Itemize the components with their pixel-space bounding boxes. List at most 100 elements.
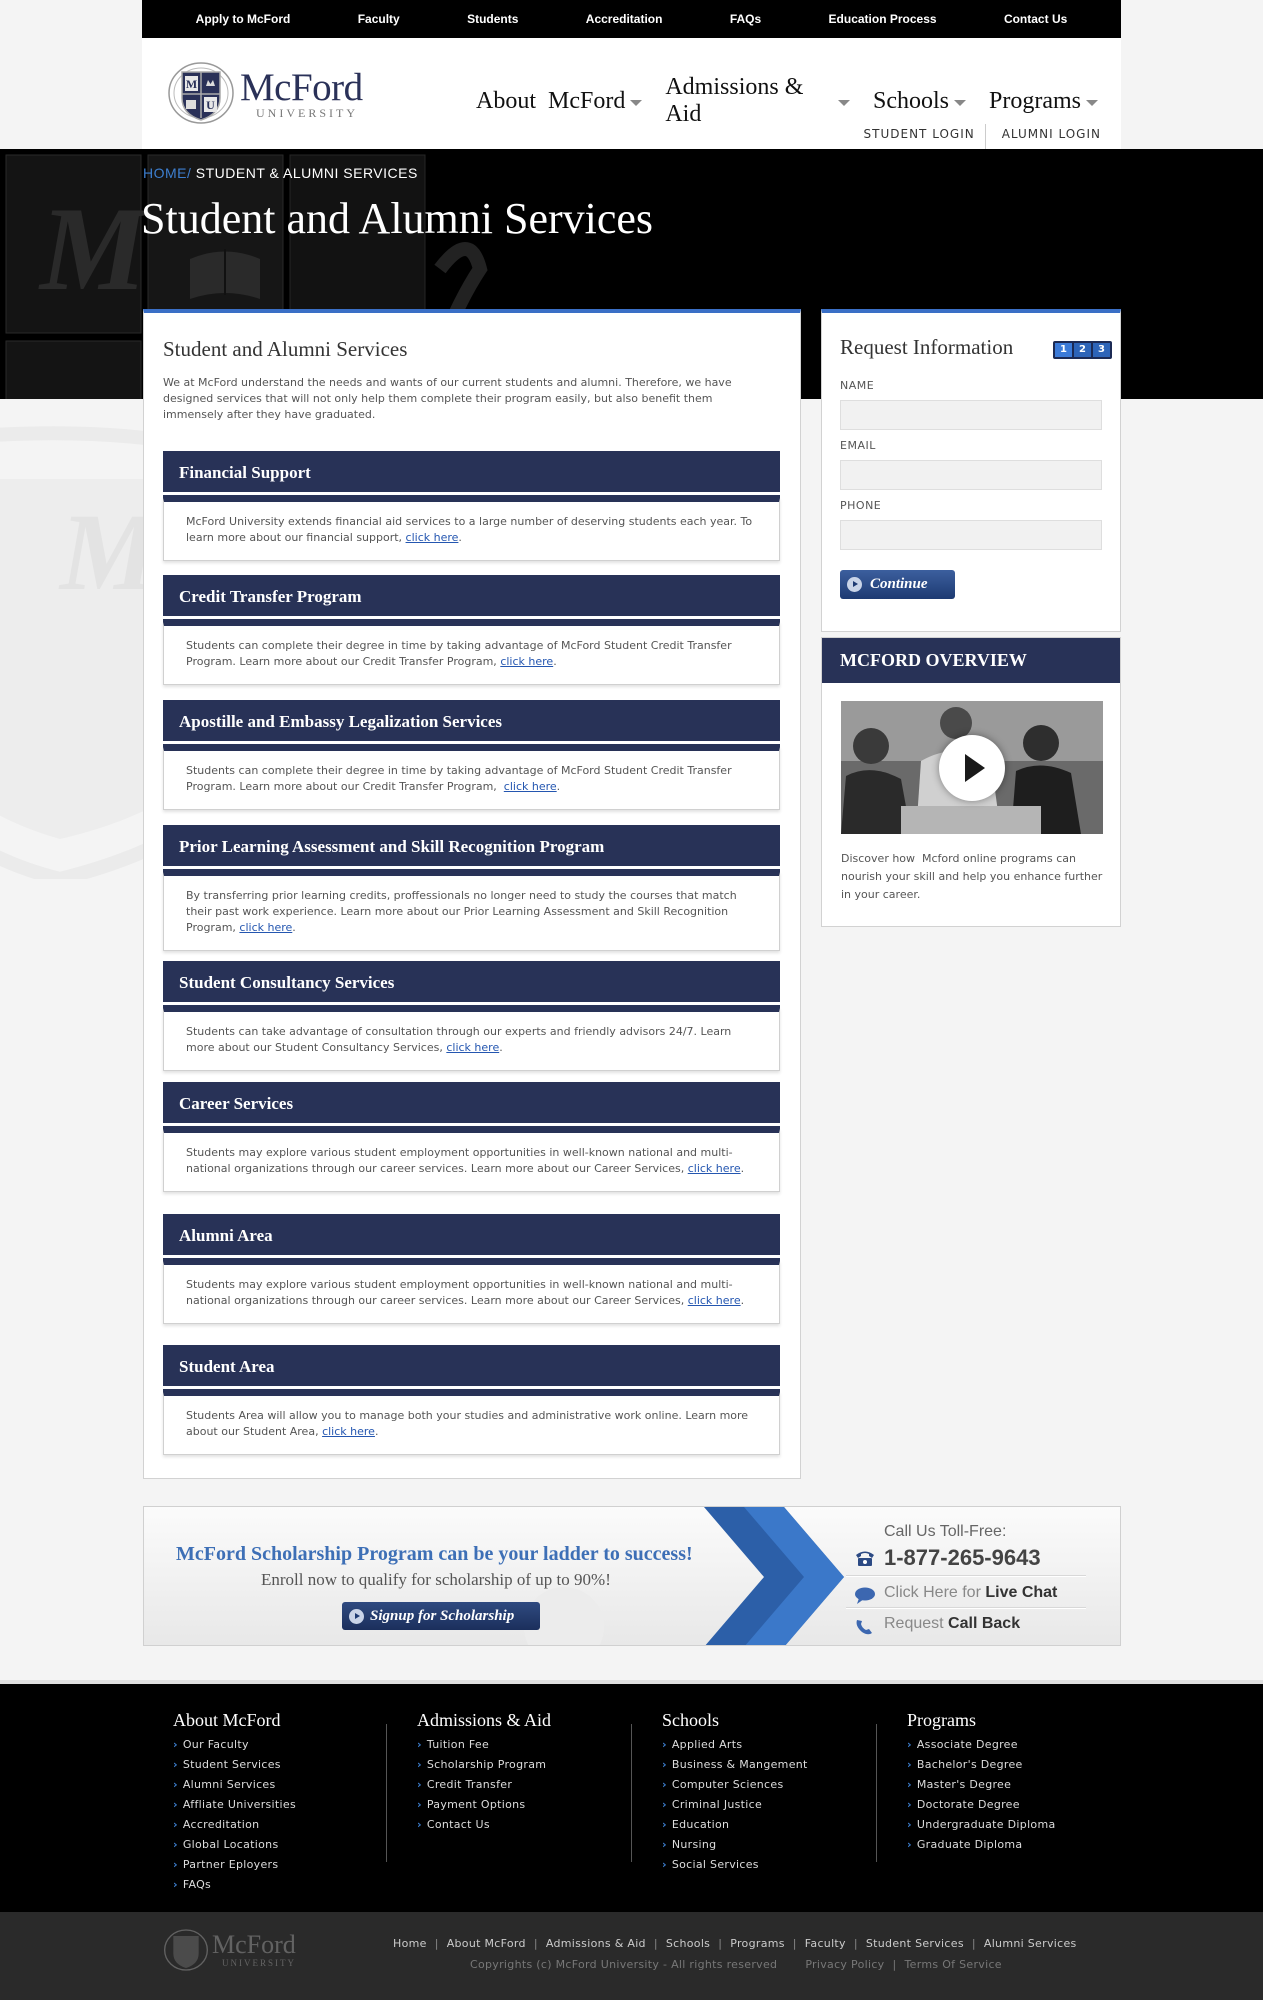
- section-title[interactable]: Alumni Area: [163, 1214, 780, 1258]
- chevron-down-icon: [837, 99, 850, 106]
- name-field[interactable]: [840, 400, 1102, 430]
- copyright-text: Copyrights (c) McFord University - All r…: [470, 1958, 778, 1971]
- section-text-end: .: [499, 1041, 503, 1054]
- bottom-link[interactable]: Faculty: [805, 1937, 846, 1950]
- footer-link[interactable]: Bachelor's Degree: [907, 1755, 1107, 1775]
- footer-logo[interactable]: McFord UNIVERSITY: [164, 1928, 296, 1972]
- phone-number[interactable]: 1-877-265-9643: [884, 1545, 1041, 1571]
- footer-link[interactable]: Global Locations: [173, 1835, 373, 1855]
- footer-link[interactable]: Associate Degree: [907, 1735, 1107, 1755]
- top-link-apply[interactable]: Apply to McFord: [196, 12, 291, 26]
- nav-schools[interactable]: Schools: [873, 74, 966, 128]
- bottom-link[interactable]: Programs: [730, 1937, 785, 1950]
- footer-link[interactable]: Master's Degree: [907, 1775, 1107, 1795]
- footer-link[interactable]: Nursing: [662, 1835, 862, 1855]
- footer-link[interactable]: Education: [662, 1815, 862, 1835]
- click-here-link[interactable]: click here: [688, 1162, 741, 1175]
- top-link-faqs[interactable]: FAQs: [730, 12, 761, 26]
- section-credit-transfer: Credit Transfer Program Students can com…: [163, 575, 780, 685]
- bottom-link[interactable]: Alumni Services: [984, 1937, 1077, 1950]
- nav-about[interactable]: About McFord: [476, 74, 643, 128]
- footer-col-schools: Schools Applied Arts Business & Mangemen…: [662, 1710, 862, 1875]
- section-text-end: .: [374, 1425, 379, 1438]
- arrow-right-icon: [349, 1609, 364, 1624]
- footer-link[interactable]: Student Services: [173, 1755, 373, 1775]
- banner-divider: [846, 1575, 1086, 1577]
- overview-video[interactable]: [841, 701, 1103, 834]
- footer-link[interactable]: Contact Us: [417, 1815, 617, 1835]
- section-title[interactable]: Student Area: [163, 1345, 780, 1389]
- footer-link[interactable]: Credit Transfer: [417, 1775, 617, 1795]
- footer-link[interactable]: Affliate Universities: [173, 1795, 373, 1815]
- top-link-contact[interactable]: Contact Us: [1004, 12, 1067, 26]
- footer-link[interactable]: Tuition Fee: [417, 1735, 617, 1755]
- section-title[interactable]: Student Consultancy Services: [163, 961, 780, 1005]
- click-here-link[interactable]: click here: [239, 921, 292, 934]
- signup-scholarship-button[interactable]: Signup for Scholarship: [342, 1602, 540, 1630]
- footer-link[interactable]: Undergraduate Diploma: [907, 1815, 1107, 1835]
- terms-link[interactable]: Terms Of Service: [905, 1958, 1002, 1971]
- call-back-link[interactable]: Request Call Back: [884, 1615, 1020, 1633]
- section-title[interactable]: Prior Learning Assessment and Skill Reco…: [163, 825, 780, 869]
- section-title[interactable]: Financial Support: [163, 451, 780, 495]
- section-title[interactable]: Apostille and Embassy Legalization Servi…: [163, 700, 780, 744]
- footer-link[interactable]: Graduate Diploma: [907, 1835, 1107, 1855]
- section-title[interactable]: Credit Transfer Program: [163, 575, 780, 619]
- nav-admissions[interactable]: Admissions & Aid: [665, 74, 850, 128]
- student-login-link[interactable]: STUDENT LOGIN: [848, 124, 985, 149]
- footer-link[interactable]: Partner Eployers: [173, 1855, 373, 1875]
- click-here-link[interactable]: click here: [500, 655, 553, 668]
- footer-link[interactable]: Business & Mangement: [662, 1755, 862, 1775]
- footer-col-title: Programs: [907, 1710, 976, 1730]
- bottom-link[interactable]: Schools: [666, 1937, 710, 1950]
- footer-link[interactable]: Applied Arts: [662, 1735, 862, 1755]
- footer-link[interactable]: Payment Options: [417, 1795, 617, 1815]
- section-title[interactable]: Career Services: [163, 1082, 780, 1126]
- click-here-link[interactable]: click here: [406, 531, 459, 544]
- section-text: McFord University extends financial aid …: [186, 515, 753, 544]
- privacy-link[interactable]: Privacy Policy: [805, 1958, 884, 1971]
- breadcrumb-home[interactable]: HOME: [143, 165, 187, 181]
- svg-text:M: M: [38, 182, 151, 315]
- bottom-link[interactable]: Home: [393, 1937, 427, 1950]
- footer-link[interactable]: FAQs: [173, 1875, 373, 1895]
- footer-link[interactable]: Social Services: [662, 1855, 862, 1875]
- top-link-accreditation[interactable]: Accreditation: [586, 12, 663, 26]
- footer-link[interactable]: Computer Sciences: [662, 1775, 862, 1795]
- top-link-faculty[interactable]: Faculty: [358, 12, 400, 26]
- nav-programs[interactable]: Programs: [989, 74, 1098, 128]
- request-title: Request Information: [840, 335, 1014, 359]
- copyright-row: Copyrights (c) McFord University - All r…: [470, 1958, 1002, 1971]
- section-alumni-area: Alumni Area Students may explore various…: [163, 1214, 780, 1324]
- continue-button[interactable]: Continue: [840, 570, 955, 599]
- phone-field[interactable]: [840, 520, 1102, 550]
- bottom-link[interactable]: Admissions & Aid: [546, 1937, 646, 1950]
- footer-link[interactable]: Criminal Justice: [662, 1795, 862, 1815]
- section-body: Students can complete their degree in ti…: [163, 622, 780, 685]
- footer-link[interactable]: Alumni Services: [173, 1775, 373, 1795]
- top-link-students[interactable]: Students: [467, 12, 518, 26]
- overview-title: MCFORD OVERVIEW: [822, 638, 1120, 683]
- bottom-link[interactable]: Student Services: [866, 1937, 964, 1950]
- click-here-link[interactable]: click here: [504, 780, 557, 793]
- click-here-link[interactable]: click here: [446, 1041, 499, 1054]
- alumni-login-link[interactable]: ALUMNI LOGIN: [984, 124, 1111, 149]
- footer-link[interactable]: Accreditation: [173, 1815, 373, 1835]
- section-body: Students may explore various student emp…: [163, 1129, 780, 1192]
- section-text-end: .: [740, 1294, 745, 1307]
- bottom-link[interactable]: About McFord: [447, 1937, 526, 1950]
- footer-link[interactable]: Doctorate Degree: [907, 1795, 1107, 1815]
- click-here-link[interactable]: click here: [688, 1294, 741, 1307]
- logo-name: McFord: [240, 65, 363, 109]
- email-field[interactable]: [840, 460, 1102, 490]
- footer-link[interactable]: Our Faculty: [173, 1735, 373, 1755]
- live-chat-link[interactable]: Click Here for Live Chat: [884, 1584, 1057, 1602]
- footer-link[interactable]: Scholarship Program: [417, 1755, 617, 1775]
- crest-letter-m: M: [186, 77, 197, 91]
- play-icon[interactable]: [939, 735, 1005, 801]
- site-logo[interactable]: M U McFord UNIVERSITY: [168, 62, 363, 124]
- top-link-education-process[interactable]: Education Process: [829, 12, 937, 26]
- footer-col-title: Admissions & Aid: [417, 1710, 552, 1730]
- login-links: STUDENT LOGIN ALUMNI LOGIN: [848, 124, 1111, 149]
- click-here-link[interactable]: click here: [322, 1425, 375, 1438]
